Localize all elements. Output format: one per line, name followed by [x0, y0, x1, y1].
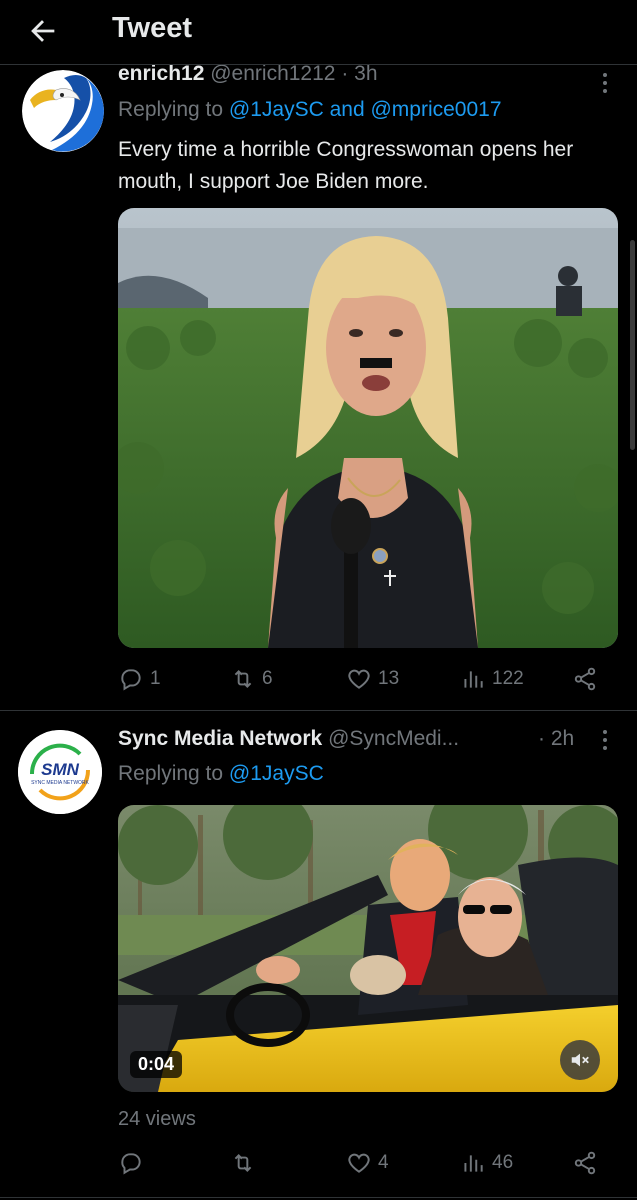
top-bar: Tweet: [0, 0, 637, 65]
views-text: 24 views: [118, 1108, 196, 1130]
video-frame-convertible: [118, 805, 618, 1092]
replying-to-label: Replying to: [118, 762, 229, 785]
more-vertical-icon: [603, 730, 607, 750]
author-handle[interactable]: @SyncMedi...: [328, 727, 459, 750]
tweet-video[interactable]: 0:04: [118, 805, 618, 1092]
tweet-header: Sync Media Network @SyncMedi...: [118, 727, 459, 751]
timestamp[interactable]: 2h: [551, 727, 574, 750]
back-button[interactable]: [26, 14, 60, 48]
video-duration: 0:04: [130, 1051, 183, 1078]
tweet-divider: [0, 1197, 637, 1198]
share-icon: [574, 1151, 596, 1175]
views-button[interactable]: 46: [460, 1150, 513, 1176]
speaker-muted-icon: [571, 1053, 589, 1067]
like-count: 4: [378, 1152, 389, 1173]
reply-button[interactable]: [118, 1150, 150, 1176]
more-options-button[interactable]: [597, 729, 613, 751]
avatar[interactable]: SMN SYNC MEDIA NETWORK: [18, 730, 102, 814]
retweet-button[interactable]: [230, 1150, 262, 1176]
like-button[interactable]: 4: [346, 1150, 389, 1176]
mute-button[interactable]: [560, 1040, 600, 1080]
heart-icon: [348, 1153, 370, 1173]
arrow-left-icon: [31, 20, 55, 42]
tweet-time: · 2h: [538, 727, 574, 751]
avatar-logo-subtext: SYNC MEDIA NETWORK: [31, 780, 89, 786]
replying-to: Replying to @1JaySC: [118, 762, 324, 786]
reply-icon: [121, 1153, 141, 1175]
author-name[interactable]: Sync Media Network: [118, 727, 322, 750]
scrollbar[interactable]: [630, 240, 635, 450]
avatar-logo-text: SMN: [41, 760, 79, 779]
reply-mentions[interactable]: @1JaySC: [229, 762, 324, 785]
tweet-2[interactable]: SMN SYNC MEDIA NETWORK Sync Media Networ…: [0, 0, 637, 1200]
retweet-icon: [234, 1154, 252, 1172]
views-count: 46: [492, 1152, 514, 1173]
analytics-icon: [464, 1155, 483, 1172]
separator-dot: ·: [538, 727, 545, 750]
page-title: Tweet: [112, 12, 193, 44]
tweet-actions: 4 46: [118, 1150, 608, 1180]
share-button[interactable]: [572, 1150, 598, 1176]
